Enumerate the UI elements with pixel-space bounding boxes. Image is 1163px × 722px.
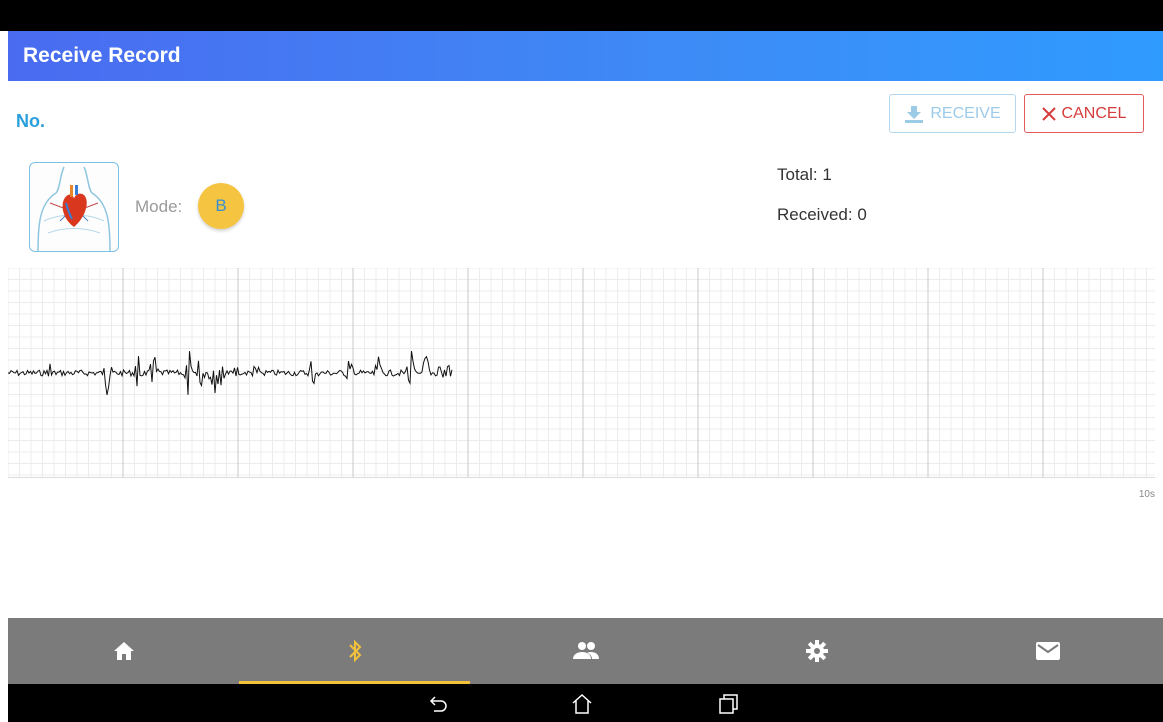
system-navigation-bar xyxy=(8,684,1163,722)
home-icon xyxy=(113,642,134,660)
received-count: Received: 0 xyxy=(777,205,867,224)
nav-home[interactable] xyxy=(8,618,239,684)
record-number-label: No. xyxy=(16,111,45,131)
nav-people[interactable] xyxy=(470,618,701,684)
gear-icon xyxy=(805,640,828,662)
download-icon xyxy=(905,105,924,123)
nav-mail[interactable] xyxy=(932,618,1163,684)
people-icon xyxy=(572,642,599,659)
total-count: Total: 1 xyxy=(777,165,832,184)
nav-settings[interactable] xyxy=(701,618,932,684)
close-icon xyxy=(1041,106,1056,121)
cancel-button[interactable]: CANCEL xyxy=(1024,94,1144,133)
mail-icon xyxy=(1035,642,1060,660)
home-outline-icon[interactable] xyxy=(570,692,594,716)
recents-icon[interactable] xyxy=(716,692,740,716)
time-scale-label: 10s xyxy=(1138,489,1155,500)
ecg-chart xyxy=(8,268,1155,478)
mode-badge: B xyxy=(198,183,244,229)
bluetooth-icon xyxy=(348,639,361,663)
nav-bluetooth[interactable] xyxy=(239,618,470,684)
page-title: Receive Record xyxy=(23,44,181,67)
receive-button[interactable]: RECEIVE xyxy=(889,94,1016,133)
app-bar: Receive Record xyxy=(8,31,1163,81)
back-icon[interactable] xyxy=(427,692,451,716)
ecg-trace xyxy=(8,351,453,396)
cancel-button-label: CANCEL xyxy=(1061,104,1127,122)
status-bar xyxy=(0,0,1163,31)
receive-button-label: RECEIVE xyxy=(930,104,1001,122)
mode-label: Mode: xyxy=(135,197,183,216)
heart-placement-image xyxy=(29,162,119,252)
bottom-nav xyxy=(8,618,1163,684)
